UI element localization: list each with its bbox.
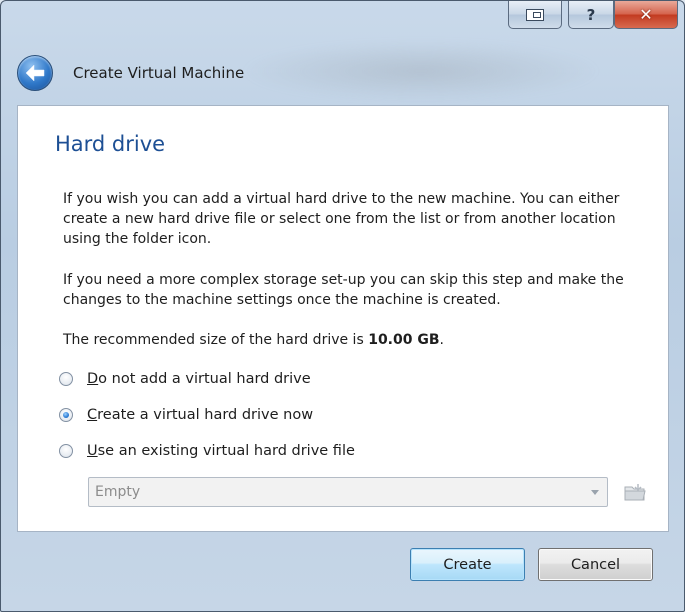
radio-create-hard-drive[interactable]: Create a virtual hard drive now <box>59 407 313 423</box>
create-button[interactable]: Create <box>410 548 525 581</box>
recommended-size-value: 10.00 GB <box>368 332 440 348</box>
help-button[interactable]: ? <box>568 1 614 29</box>
accelerator-key: D <box>87 371 99 387</box>
caption-buttons: ? ✕ <box>508 1 678 29</box>
radio-button-checked[interactable] <box>59 408 73 422</box>
radio-label: Use an existing virtual hard drive file <box>87 443 355 459</box>
back-arrow-icon <box>25 64 45 82</box>
dialog-window: ? ✕ Create Virtual Machine Hard drive If… <box>0 0 685 612</box>
radio-existing-hard-drive[interactable]: Use an existing virtual hard drive file <box>59 443 355 459</box>
radio-label: Do not add a virtual hard drive <box>87 371 311 387</box>
folder-icon <box>624 484 646 501</box>
radio-button[interactable] <box>59 444 73 458</box>
restore-icon <box>526 8 544 21</box>
radio-label-text: reate a virtual hard drive now <box>97 407 314 423</box>
radio-label: Create a virtual hard drive now <box>87 407 313 423</box>
close-button[interactable]: ✕ <box>614 1 678 29</box>
choose-file-button[interactable] <box>622 479 648 505</box>
intro-paragraph: If you wish you can add a virtual hard d… <box>63 191 620 247</box>
radio-no-hard-drive[interactable]: Do not add a virtual hard drive <box>59 371 311 387</box>
accelerator-key: C <box>87 407 98 423</box>
radio-label-text: se an existing virtual hard drive file <box>97 443 355 459</box>
background-blur <box>241 41 601 101</box>
recommended-size-text: The recommended size of the hard drive i… <box>63 330 653 350</box>
hard-drive-select[interactable]: Empty <box>88 477 608 507</box>
storage-paragraph: If you need a more complex storage set-u… <box>63 272 624 308</box>
back-button[interactable] <box>17 55 53 91</box>
chevron-down-icon[interactable] <box>591 490 599 495</box>
wizard-header: Create Virtual Machine <box>17 55 244 91</box>
radio-label-text: o not add a virtual hard drive <box>98 371 311 387</box>
hard-drive-select-value: Empty <box>95 484 141 500</box>
window-title: Create Virtual Machine <box>73 64 245 82</box>
radio-button[interactable] <box>59 372 73 386</box>
cancel-button[interactable]: Cancel <box>538 548 653 581</box>
recommended-suffix: . <box>439 332 444 348</box>
help-icon: ? <box>586 5 596 24</box>
wizard-page: Hard drive If you wish you can add a vir… <box>17 105 669 532</box>
recommended-prefix: The recommended size of the hard drive i… <box>63 332 369 348</box>
close-icon: ✕ <box>639 5 653 24</box>
page-title: Hard drive <box>55 132 166 156</box>
accelerator-key: U <box>87 443 98 459</box>
restore-button[interactable] <box>508 1 562 29</box>
